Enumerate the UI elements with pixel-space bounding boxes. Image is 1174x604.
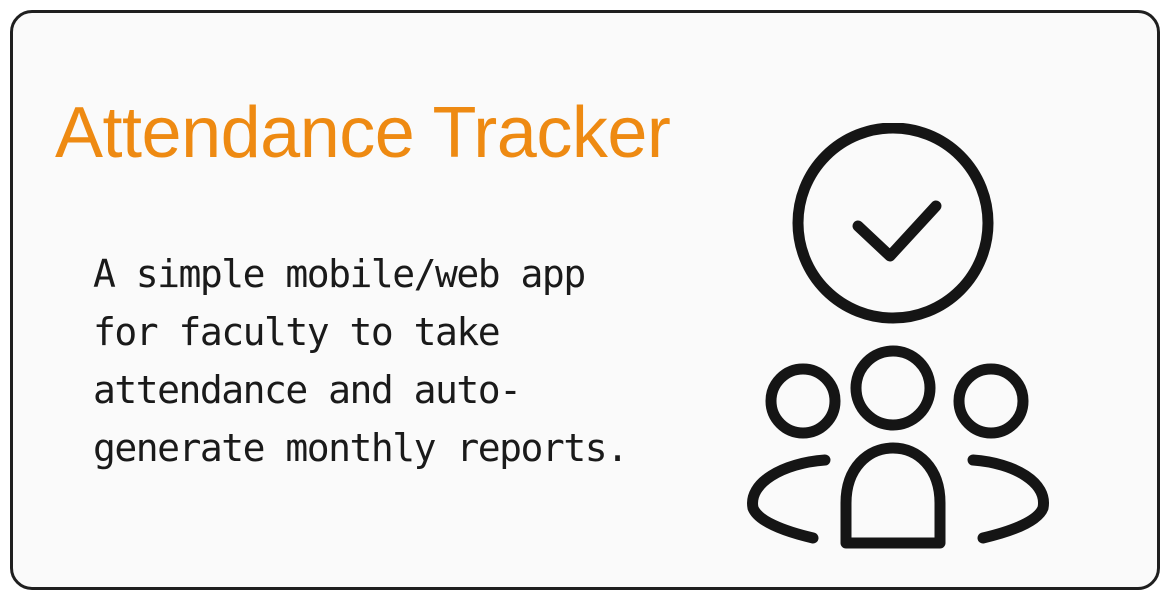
group-people-icon	[747, 345, 1049, 549]
person-left-body-icon	[747, 454, 831, 544]
description-line: A simple mobile/web app	[93, 252, 586, 296]
attendance-illustration	[747, 123, 1049, 549]
person-left-head-icon	[765, 363, 841, 439]
person-center-head-icon	[850, 345, 936, 431]
description-line: for faculty to take	[93, 310, 501, 354]
feature-card: Attendance Tracker A simple mobile/web a…	[10, 10, 1160, 590]
person-center-body-icon	[840, 442, 946, 549]
person-right-body-icon	[967, 454, 1049, 544]
check-circle-icon	[792, 123, 994, 324]
person-right-head-icon	[953, 363, 1029, 439]
description-line: generate monthly reports.	[93, 426, 629, 470]
card-title: Attendance Tracker	[55, 93, 671, 173]
description-line: attendance and auto-	[93, 368, 522, 412]
card-description: A simple mobile/web app for faculty to t…	[93, 245, 713, 477]
